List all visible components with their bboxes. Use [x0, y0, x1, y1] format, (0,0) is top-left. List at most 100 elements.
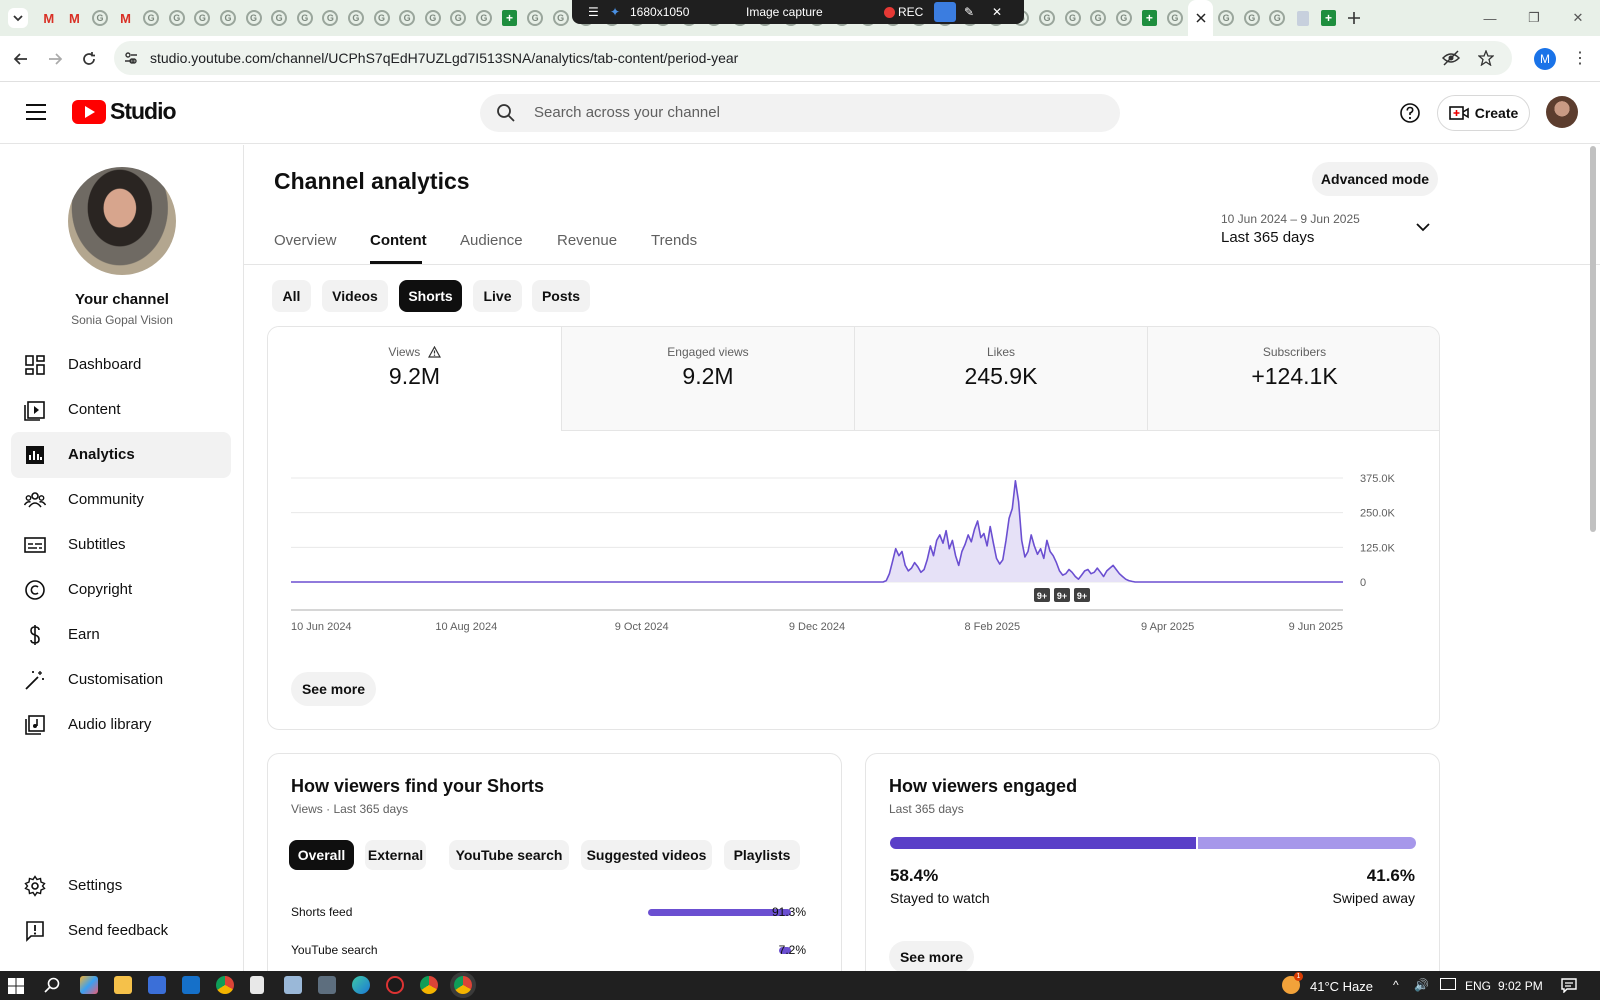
browser-tab[interactable]: G	[241, 0, 267, 36]
chrome-active-icon[interactable]	[454, 976, 472, 994]
advanced-mode-button[interactable]: Advanced mode	[1312, 162, 1438, 196]
chrome-icon[interactable]	[420, 976, 438, 994]
sidebar-item-earn[interactable]: Earn	[11, 612, 231, 658]
chrome-icon[interactable]	[216, 976, 234, 994]
eye-off-icon[interactable]	[1442, 50, 1460, 66]
volume-icon[interactable]: 🔊	[1414, 978, 1429, 992]
edge-icon[interactable]	[352, 976, 370, 994]
pen-icon[interactable]: ✎	[964, 5, 974, 19]
sidebar-item-analytics[interactable]: Analytics	[11, 432, 231, 478]
browser-tab[interactable]: G	[292, 0, 318, 36]
metric-subscribers[interactable]: Subscribers +124.1K	[1147, 327, 1439, 431]
chip-external[interactable]: External	[365, 840, 426, 870]
studio-logo[interactable]: Studio	[72, 98, 177, 125]
browser-tab[interactable]	[1290, 0, 1316, 36]
sidebar-item-dashboard[interactable]: Dashboard	[11, 342, 231, 388]
weather-text[interactable]: 41°C Haze	[1310, 979, 1373, 994]
sidebar-item-settings[interactable]: Settings	[11, 863, 231, 909]
metric-views[interactable]: Views 9.2M	[268, 327, 561, 431]
chevron-down-icon[interactable]	[1416, 222, 1430, 232]
chip-suggested-videos[interactable]: Suggested videos	[581, 840, 712, 870]
omnibox[interactable]: studio.youtube.com/channel/UCPhS7qEdH7UZ…	[114, 41, 1512, 75]
snipping-tool-icon[interactable]	[284, 976, 302, 994]
widgets-icon[interactable]	[80, 976, 98, 994]
account-avatar[interactable]	[1546, 96, 1578, 128]
browser-tab[interactable]: G	[420, 0, 446, 36]
chip-videos[interactable]: Videos	[322, 280, 388, 312]
warning-icon[interactable]	[427, 346, 441, 358]
sidebar-item-customisation[interactable]: Customisation	[11, 657, 231, 703]
create-button[interactable]: Create	[1437, 95, 1530, 131]
windows-start-icon[interactable]	[8, 978, 24, 994]
site-settings-icon[interactable]	[124, 51, 138, 65]
close-window-button[interactable]: ✕	[1556, 0, 1600, 36]
browser-tab[interactable]: G	[1265, 0, 1291, 36]
browser-tab[interactable]: G	[1162, 0, 1188, 36]
browser-tab[interactable]: G	[164, 0, 190, 36]
video-marker[interactable]: 9+	[1054, 588, 1070, 602]
browser-tab[interactable]: G	[369, 0, 395, 36]
sidebar-item-subtitles[interactable]: Subtitles	[11, 522, 231, 568]
tab-revenue[interactable]: Revenue	[557, 232, 617, 249]
browser-tab[interactable]: G	[1111, 0, 1137, 36]
browser-tab[interactable]: G	[548, 0, 574, 36]
browser-tab[interactable]: G	[318, 0, 344, 36]
sidebar-item-content[interactable]: Content	[11, 387, 231, 433]
see-more-button[interactable]: See more	[291, 672, 376, 706]
capture-mode[interactable]: Image capture	[746, 5, 823, 19]
browser-tab[interactable]: G	[1034, 0, 1060, 36]
notepad-icon[interactable]	[250, 976, 264, 994]
network-icon[interactable]	[1440, 978, 1456, 990]
browser-tab[interactable]: +	[1137, 0, 1163, 36]
help-icon[interactable]	[1400, 103, 1420, 123]
tab-content[interactable]: Content	[370, 232, 427, 249]
chip-playlists[interactable]: Playlists	[724, 840, 800, 870]
notifications-icon[interactable]	[1561, 978, 1577, 993]
chip-all[interactable]: All	[272, 280, 311, 312]
channel-search-input[interactable]: Search across your channel	[480, 94, 1120, 132]
store-icon[interactable]	[148, 976, 166, 994]
metric-engaged-views[interactable]: Engaged views 9.2M	[561, 327, 854, 431]
metric-likes[interactable]: Likes 245.9K	[854, 327, 1147, 431]
sidebar-item-copyright[interactable]: Copyright	[11, 567, 231, 613]
url-text[interactable]: studio.youtube.com/channel/UCPhS7qEdH7UZ…	[150, 50, 738, 66]
file-explorer-icon[interactable]	[114, 976, 132, 994]
browser-tab[interactable]: G	[394, 0, 420, 36]
browser-tab[interactable]: M	[62, 0, 88, 36]
new-tab-button[interactable]	[1341, 0, 1367, 36]
bookmark-star-icon[interactable]	[1478, 50, 1494, 66]
browser-tab[interactable]: G	[190, 0, 216, 36]
reload-button[interactable]	[76, 46, 102, 72]
hamburger-menu-icon[interactable]	[26, 104, 46, 120]
tab-audience[interactable]: Audience	[460, 232, 523, 249]
menu-icon[interactable]: ☰	[588, 5, 599, 19]
tab-overview[interactable]: Overview	[274, 232, 337, 249]
browser-tab[interactable]: G	[446, 0, 472, 36]
chip-live[interactable]: Live	[473, 280, 522, 312]
record-app-icon[interactable]	[386, 976, 404, 994]
browser-tab[interactable]: M	[113, 0, 139, 36]
video-marker[interactable]: 9+	[1034, 588, 1050, 602]
outlook-icon[interactable]	[182, 976, 200, 994]
chip-overall[interactable]: Overall	[289, 840, 354, 870]
browser-tab[interactable]: +	[1316, 0, 1342, 36]
sidebar-item-community[interactable]: Community	[11, 477, 231, 523]
browser-tab[interactable]: +	[497, 0, 523, 36]
chip-shorts[interactable]: Shorts	[399, 280, 462, 312]
video-marker[interactable]: 9+	[1074, 588, 1090, 602]
camera-icon[interactable]	[934, 2, 956, 22]
tab-search-button[interactable]	[8, 8, 28, 28]
sidebar-item-send-feedback[interactable]: Send feedback	[11, 908, 231, 954]
browser-tab[interactable]: G	[1239, 0, 1265, 36]
restore-button[interactable]: ❐	[1512, 0, 1556, 36]
back-button[interactable]	[8, 46, 34, 72]
browser-tab[interactable]: M	[36, 0, 62, 36]
channel-avatar[interactable]	[68, 167, 176, 275]
views-area-chart[interactable]: 375.0K 250.0K 125.0K 0 10 Jun 2024 10 Aug 20…	[268, 457, 1439, 647]
browser-tab[interactable]: G	[1060, 0, 1086, 36]
chip-posts[interactable]: Posts	[532, 280, 590, 312]
language-indicator[interactable]: ENG	[1465, 979, 1491, 993]
close-icon[interactable]: ✕	[992, 5, 1002, 19]
tray-chevron-icon[interactable]: ^	[1393, 978, 1399, 992]
browser-tab[interactable]: G	[522, 0, 548, 36]
